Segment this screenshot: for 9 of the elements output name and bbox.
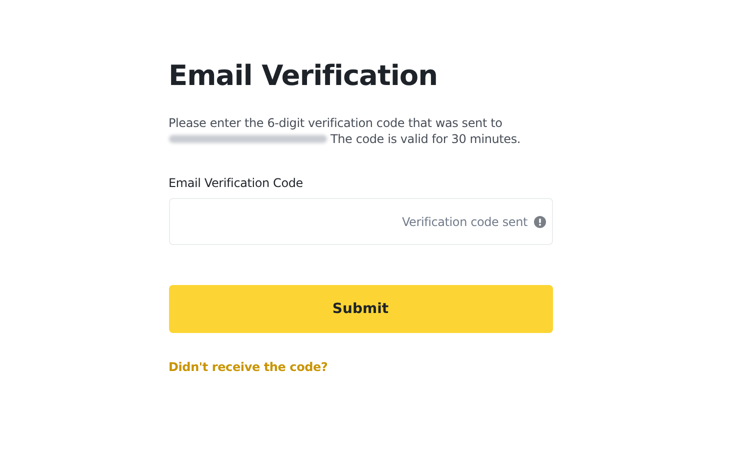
resend-code-link[interactable]: Didn't receive the code? [168,360,328,374]
field-label: Email Verification Code [168,175,303,191]
validity-text: The code is valid for 30 minutes. [330,131,521,147]
code-input-field[interactable]: Verification code sent [168,198,552,245]
alert-icon [534,216,546,228]
instruction-text: Please enter the 6-digit verification code that was sent to [168,115,502,131]
page-title: Email Verification [168,58,438,94]
submit-button[interactable]: Submit [168,285,552,333]
status-text: Verification code sent [402,214,528,228]
